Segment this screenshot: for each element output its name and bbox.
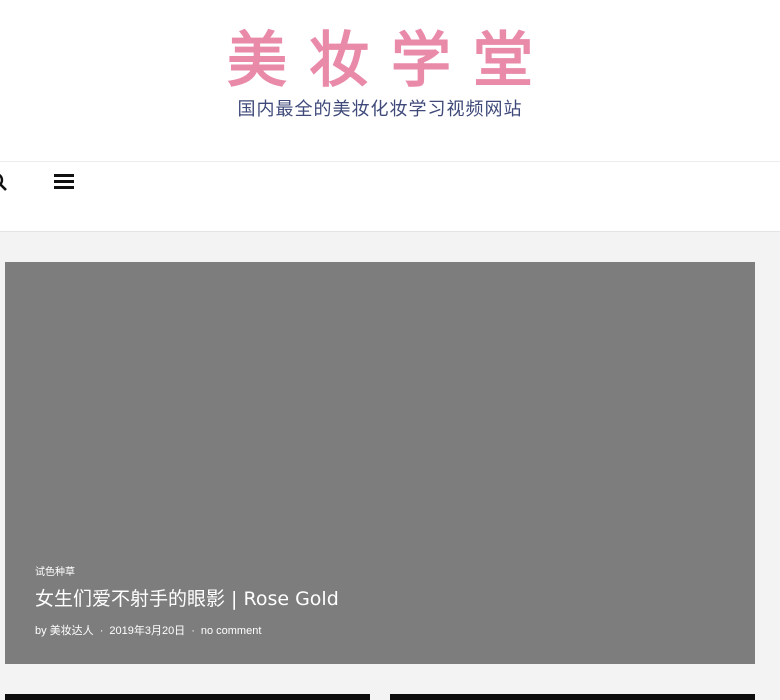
search-icon[interactable] bbox=[0, 172, 8, 192]
comments-link[interactable]: no comment bbox=[201, 625, 262, 637]
author-link[interactable]: 美妆达人 bbox=[50, 625, 94, 637]
featured-post-caption: 试色种草 女生们爱不射手的眼影 | Rose Gold by 美妆达人 · 2019… bbox=[35, 566, 339, 638]
main-navigation bbox=[0, 161, 780, 232]
site-header: 美妆学堂 国内最全的美妆化妆学习视频网站 bbox=[0, 0, 780, 161]
meta-separator: · bbox=[99, 625, 104, 637]
post-card-right[interactable] bbox=[390, 694, 755, 700]
author-prefix: by bbox=[35, 625, 47, 637]
featured-post-card[interactable]: 试色种草 女生们爱不射手的眼影 | Rose Gold by 美妆达人 · 2019… bbox=[5, 262, 755, 664]
post-category-link[interactable]: 试色种草 bbox=[35, 566, 339, 580]
logo-title: 美妆学堂 bbox=[227, 26, 555, 96]
post-date: 2019年3月20日 bbox=[109, 625, 186, 637]
logo-tagline: 国内最全的美妆化妆学习视频网站 bbox=[237, 99, 523, 120]
site-logo[interactable]: 美妆学堂 国内最全的美妆化妆学习视频网站 bbox=[200, 28, 560, 128]
post-meta: by 美妆达人 · 2019年3月20日 · no comment bbox=[35, 624, 339, 638]
post-title-link[interactable]: 女生们爱不射手的眼影 | Rose Gold bbox=[35, 586, 339, 612]
meta-separator: · bbox=[191, 625, 195, 637]
post-card-left[interactable] bbox=[5, 694, 370, 700]
hamburger-menu-icon[interactable] bbox=[54, 174, 76, 192]
